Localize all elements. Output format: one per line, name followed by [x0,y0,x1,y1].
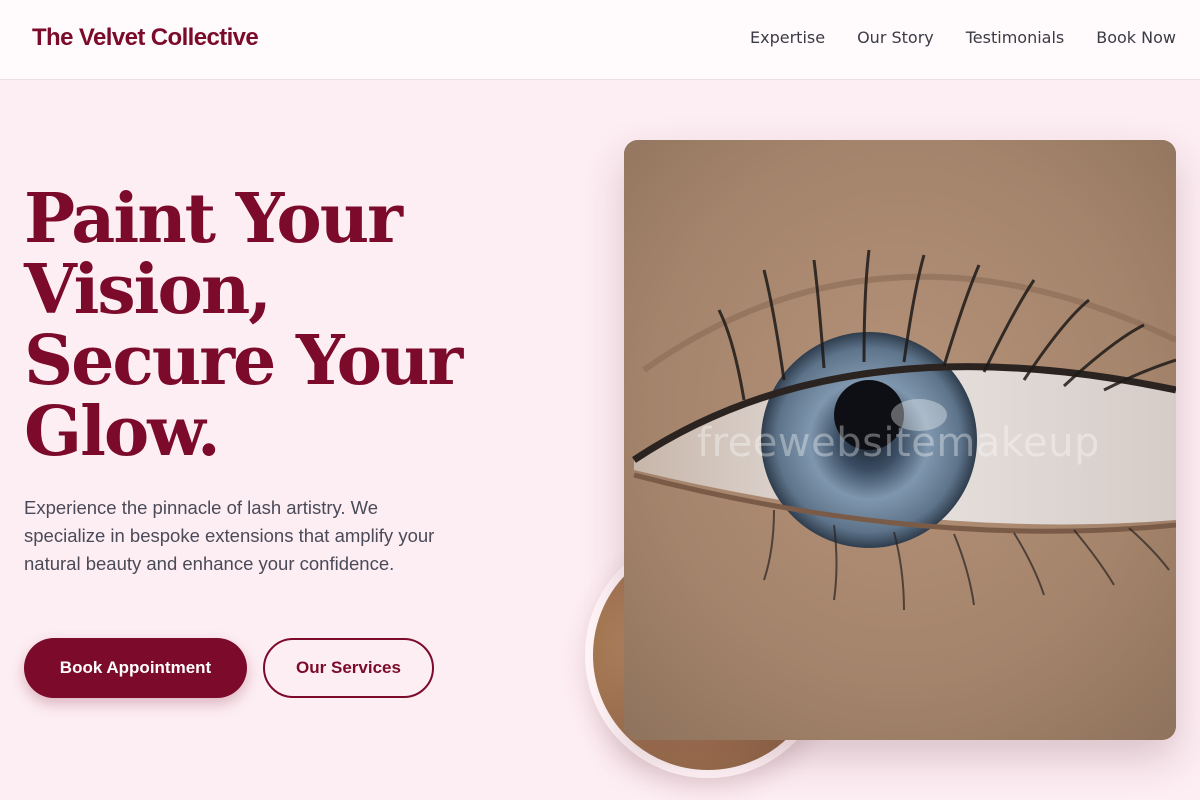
eye-illustration [624,140,1176,740]
nav-link-expertise[interactable]: Expertise [750,28,825,47]
hero-title-line-2: Vision, [24,250,272,330]
hero-title-line-4: Glow. [24,392,221,472]
site-header: The Velvet Collective Expertise Our Stor… [0,0,1200,80]
hero-title: Paint Your Vision, Secure Your Glow. [24,184,544,468]
our-services-button[interactable]: Our Services [263,638,434,698]
nav-link-book-now[interactable]: Book Now [1096,28,1176,47]
eye-closeup-image [624,140,1176,740]
hero-title-line-1: Paint Your [24,179,403,259]
nav-link-testimonials[interactable]: Testimonials [966,28,1065,47]
nav-link-our-story[interactable]: Our Story [857,28,934,47]
brand-logo[interactable]: The Velvet Collective [32,24,259,52]
hero-title-line-3: Secure Your [24,321,463,401]
main-nav: Expertise Our Story Testimonials Book No… [750,28,1176,47]
hero-description: Experience the pinnacle of lash artistry… [24,497,435,574]
book-appointment-button[interactable]: Book Appointment [24,638,247,698]
